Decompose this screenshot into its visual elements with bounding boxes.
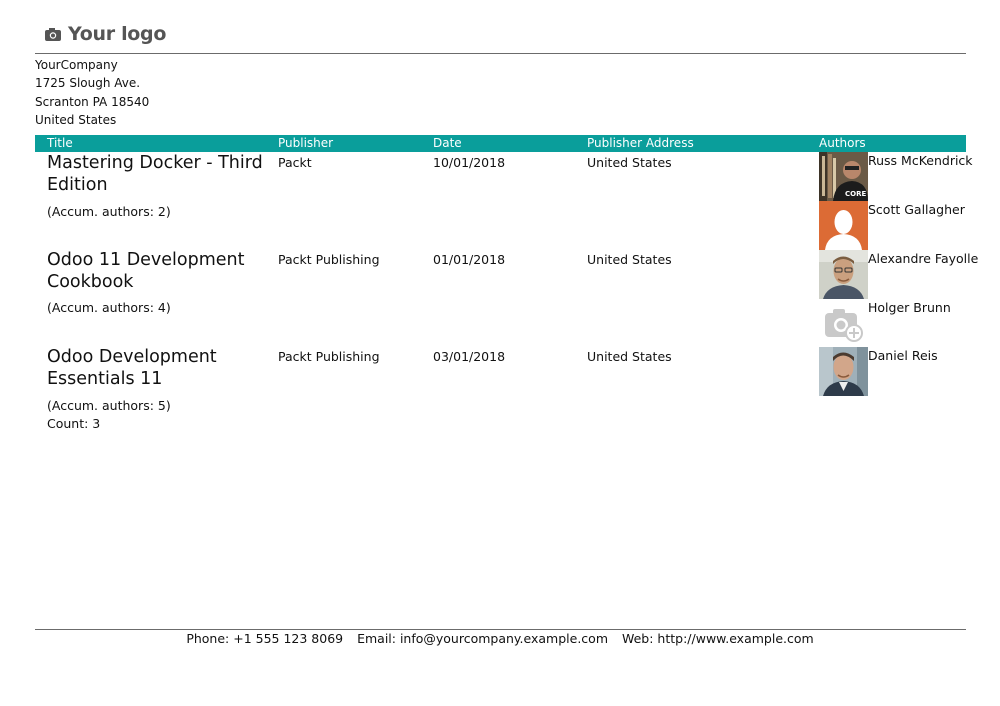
record-count: Count: 3 <box>47 416 101 431</box>
footer-email: Email: info@yourcompany.example.com <box>357 631 608 646</box>
author-photo <box>819 347 868 396</box>
accumulated-authors: (Accum. authors: 2) <box>47 204 171 219</box>
svg-text:CORE: CORE <box>845 190 866 198</box>
column-header-date: Date <box>433 136 462 150</box>
book-publisher-address: United States <box>587 155 672 170</box>
accumulated-authors: (Accum. authors: 5) <box>47 398 171 413</box>
footer-divider <box>35 629 966 630</box>
logo-text: Your logo <box>68 23 167 45</box>
author-name: Scott Gallagher <box>868 202 965 217</box>
book-publisher: Packt Publishing <box>278 252 380 267</box>
author-entry: Scott Gallagher <box>819 201 989 250</box>
footer-phone: Phone: +1 555 123 8069 <box>186 631 344 646</box>
footer: Phone: +1 555 123 8069 Email: info@yourc… <box>0 631 1000 646</box>
book-publisher: Packt <box>278 155 312 170</box>
book-date: 10/01/2018 <box>433 155 506 170</box>
author-entry: Holger Brunn <box>819 299 989 348</box>
company-city: Scranton PA 18540 <box>35 94 150 109</box>
company-name: YourCompany <box>35 58 118 72</box>
header-divider <box>35 53 966 54</box>
book-date: 03/01/2018 <box>433 349 506 364</box>
author-name: Holger Brunn <box>868 300 951 315</box>
book-publisher-address: United States <box>587 349 672 364</box>
book-publisher: Packt Publishing <box>278 349 380 364</box>
author-name: Alexandre Fayolle <box>868 251 979 266</box>
camera-icon <box>45 27 61 41</box>
author-name: Daniel Reis <box>868 348 938 363</box>
column-header-title: Title <box>47 136 73 150</box>
author-entry: Daniel Reis <box>819 347 989 396</box>
company-country: United States <box>35 112 117 127</box>
column-header-publisher-address: Publisher Address <box>587 136 694 150</box>
company-logo: Your logo <box>44 22 166 46</box>
author-photo: CORE <box>819 152 868 201</box>
book-publisher-address: United States <box>587 252 672 267</box>
book-date: 01/01/2018 <box>433 252 506 267</box>
author-entry: Alexandre Fayolle <box>819 250 989 299</box>
author-name: Russ McKendrick <box>868 153 973 168</box>
company-address: YourCompany 1725 Slough Ave. Scranton PA… <box>35 56 149 129</box>
camera-placeholder-icon <box>819 299 868 348</box>
company-street: 1725 Slough Ave. <box>35 76 141 91</box>
column-header-authors: Authors <box>819 136 866 150</box>
footer-web: Web: http://www.example.com <box>621 631 814 646</box>
book-title: Odoo Development Essentials 11 <box>47 347 217 389</box>
author-photo <box>819 250 868 299</box>
column-header-publisher: Publisher <box>278 136 334 150</box>
table-header: Title Publisher Date Publisher Address A… <box>35 135 966 152</box>
placeholder-avatar <box>819 201 868 250</box>
book-title: Mastering Docker - Third Edition <box>47 153 263 195</box>
accumulated-authors: (Accum. authors: 4) <box>47 300 171 315</box>
author-entry: CORE Russ McKendrick <box>819 152 989 201</box>
book-title: Odoo 11 Development Cookbook <box>47 250 245 292</box>
